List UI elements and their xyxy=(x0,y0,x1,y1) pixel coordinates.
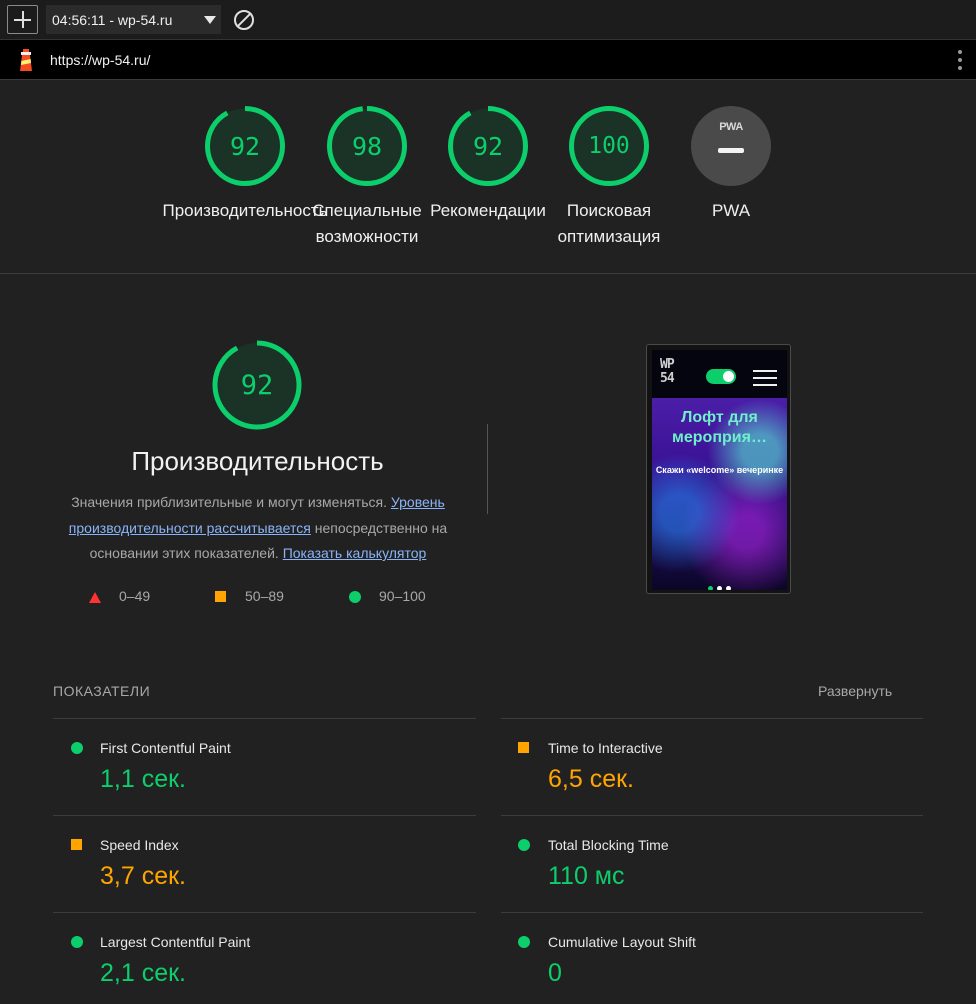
average-square-icon xyxy=(215,591,226,602)
report-url[interactable]: https://wp-54.ru/ xyxy=(50,52,150,68)
pass-circle-icon xyxy=(349,591,361,603)
metrics-header: ПОКАЗАТЕЛИ xyxy=(53,683,151,699)
gauge-score: 100 xyxy=(588,133,630,159)
site-header: WP 54 xyxy=(652,350,787,398)
metric-value: 6,5 сек. xyxy=(548,765,634,793)
metric-divider xyxy=(501,912,923,913)
performance-description: Значения приблизительные и могут изменят… xyxy=(50,490,466,567)
metric-value: 3,7 сек. xyxy=(100,862,186,890)
metric-name: Cumulative Layout Shift xyxy=(548,934,696,950)
section-divider xyxy=(0,273,976,274)
gauge-label-text: оптимизация xyxy=(557,227,661,246)
gauge-score: 92 xyxy=(472,131,504,161)
pass-circle-icon xyxy=(518,839,530,851)
metric-divider xyxy=(501,815,923,816)
report-selector[interactable]: 04:56:11 - wp-54.ru xyxy=(46,5,221,34)
caret-down-icon[interactable] xyxy=(204,16,216,24)
gauge-accessibility[interactable]: 98 xyxy=(327,106,407,186)
site-logo: WP 54 xyxy=(660,357,675,386)
metric-value: 1,1 сек. xyxy=(100,765,186,793)
metric-name: Largest Contentful Paint xyxy=(100,934,251,950)
desc-text: Значения приблизительные и могут изменят… xyxy=(71,494,387,510)
site-logo-line: WP xyxy=(660,357,675,372)
metric-divider xyxy=(53,718,476,719)
legend-pass-range: 90–100 xyxy=(379,588,426,604)
gauge-pwa[interactable]: PWA xyxy=(691,106,771,186)
theme-toggle-icon xyxy=(706,369,736,384)
metric-value: 2,1 сек. xyxy=(100,959,186,987)
performance-score: 92 xyxy=(240,369,274,401)
show-calculator-link[interactable]: Показать калькулятор xyxy=(283,545,427,561)
average-square-icon xyxy=(71,839,82,850)
average-square-icon xyxy=(518,742,529,753)
pass-circle-icon xyxy=(71,936,83,948)
pwa-badge-text: PWA xyxy=(719,121,743,133)
fail-triangle-icon xyxy=(89,592,101,603)
metric-name: First Contentful Paint xyxy=(100,740,231,756)
metric-name: Time to Interactive xyxy=(548,740,663,756)
pwa-badge-icon xyxy=(691,106,771,186)
gauge-best-practices[interactable]: 92 xyxy=(448,106,528,186)
site-hero: Лофт для мероприя… Скажи «welcome» вечер… xyxy=(652,398,787,590)
final-screenshot[interactable]: WP 54 Лофт для мероприя… Скажи «welcome»… xyxy=(646,344,791,594)
new-report-plus-icon[interactable] xyxy=(7,5,38,34)
gauge-label-text: возможности xyxy=(315,227,419,246)
metric-value: 0 xyxy=(548,959,562,987)
hero-title: Лофт для мероприя… xyxy=(672,409,767,446)
metric-divider xyxy=(53,912,476,913)
gauge-score: 92 xyxy=(229,131,261,161)
report-selector-label: 04:56:11 - wp-54.ru xyxy=(52,12,173,28)
lighthouse-logo-icon xyxy=(20,49,32,71)
pass-circle-icon xyxy=(518,936,530,948)
more-options-icon[interactable] xyxy=(958,50,962,70)
gauge-label-text: Рекомендации xyxy=(430,201,546,220)
gauge-label-text: PWA xyxy=(711,201,751,220)
legend-fail-range: 0–49 xyxy=(119,588,151,604)
hamburger-menu-icon xyxy=(753,370,777,386)
report-url-bar: https://wp-54.ru/ xyxy=(0,40,976,80)
site-logo-line: 54 xyxy=(660,371,675,386)
legend-average-range: 50–89 xyxy=(245,588,284,604)
metric-divider xyxy=(501,718,923,719)
metric-name: Total Blocking Time xyxy=(548,837,669,853)
performance-title: Производительность xyxy=(131,446,384,476)
vertical-divider xyxy=(487,424,488,514)
metric-value: 110 мс xyxy=(548,862,625,890)
expand-toggle[interactable]: Развернуть xyxy=(818,683,892,699)
metric-divider xyxy=(53,815,476,816)
gauge-label: PWA xyxy=(656,198,806,224)
gauge-seo[interactable]: 100 xyxy=(569,106,649,186)
clear-reports-icon[interactable] xyxy=(234,10,254,30)
pass-circle-icon xyxy=(71,742,83,754)
metric-name: Speed Index xyxy=(100,837,179,853)
slider-dots xyxy=(652,578,787,590)
devtools-toolbar: 04:56:11 - wp-54.ru xyxy=(0,0,976,40)
gauge-performance[interactable]: 92 xyxy=(205,106,285,186)
gauge-score: 98 xyxy=(351,131,383,161)
performance-gauge-large: 92 xyxy=(212,340,302,430)
hero-subtitle: Скажи «welcome» вечеринке xyxy=(655,465,784,475)
